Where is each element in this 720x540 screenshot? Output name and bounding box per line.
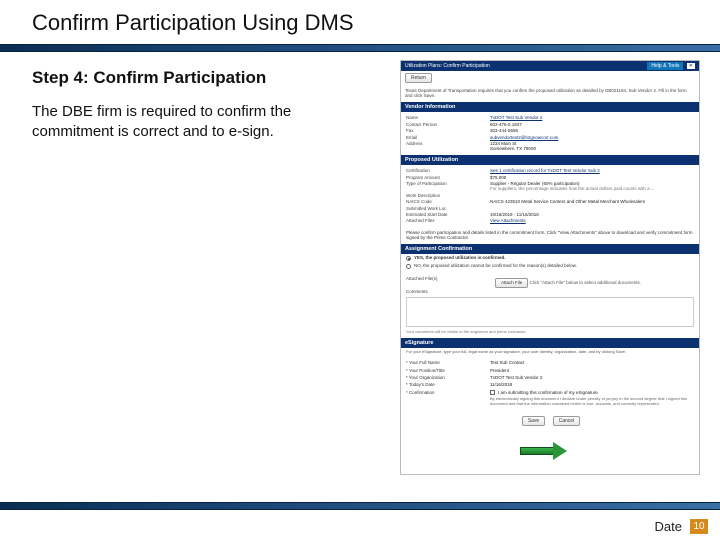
confirmation-checkbox[interactable]: [490, 390, 495, 395]
cert-link[interactable]: See 1 certification record for TxDOT Tes…: [490, 168, 694, 173]
label-comments: Comments: [406, 289, 486, 294]
label-work-desc: Work Description: [406, 193, 486, 198]
radio-no-label: NO, the proposed utilization cannot be c…: [414, 263, 577, 268]
slide-title: Confirm Participation Using DMS: [32, 10, 354, 36]
est-date: 10/16/2018 - 11/16/2018: [490, 212, 694, 217]
label-participation-type: Type of Participation: [406, 181, 486, 192]
vendor-address: 1234 Main St Somewhere, TX 79000: [490, 141, 694, 152]
label-attached-files: Attached File(s): [406, 276, 486, 287]
vendor-fax: 303-444-5555: [490, 128, 694, 133]
assignment-conf-header: Assignment Confirmation: [401, 244, 699, 255]
program-amount: $75,000: [490, 175, 694, 180]
label-date: * Today's Date: [406, 382, 486, 387]
attach-note: Click "Attach File" below to select addi…: [530, 280, 642, 285]
confirm-note: Please confirm participation and details…: [401, 227, 699, 244]
label-files: Attached Files: [406, 218, 486, 223]
step-description: The DBE firm is required to confirm the …: [32, 102, 332, 143]
ss-title: Utilization Plans: Confirm Participation: [405, 63, 490, 69]
participation-type: Supplier - Regular Dealer (60% participa…: [490, 181, 694, 192]
step-heading: Step 4: Confirm Participation: [32, 68, 400, 88]
work-loc: [490, 206, 694, 211]
label-confirmation: * Confirmation: [406, 390, 486, 395]
label-fax: Fax: [406, 128, 486, 133]
comments-textarea[interactable]: [406, 297, 694, 327]
label-contact: Contact Person: [406, 122, 486, 127]
radio-yes[interactable]: [406, 256, 411, 261]
label-org: * Your Organization: [406, 375, 486, 380]
radio-no[interactable]: [406, 264, 411, 269]
label-email: Email: [406, 135, 486, 140]
confirmation-text: I am submitting this confirmation of my …: [498, 390, 599, 395]
esig-org: TxDOT Test Sub Vendor 2: [490, 375, 694, 380]
esig-title: President: [490, 368, 694, 373]
label-address: Address: [406, 141, 486, 152]
esig-date: 11/16/2018: [490, 382, 694, 387]
esig-instr: For your eSignature, type your full, leg…: [401, 348, 699, 357]
comments-note: Your comments will be visible to the eng…: [401, 330, 699, 338]
naics-code: NAICS 423510 Metal Service Centers and O…: [490, 199, 694, 204]
title-underline: [0, 44, 720, 52]
vendor-info-header: Vendor Information: [401, 102, 699, 113]
label-name: Name: [406, 115, 486, 120]
bottom-bar: [0, 502, 720, 510]
help-button[interactable]: Help & Tools: [647, 62, 683, 70]
ss-instructions: Texas Department of Transportation requi…: [401, 85, 699, 102]
label-work-loc: Submitted Work Loc: [406, 206, 486, 211]
esig-name: Test Sub Contact: [490, 360, 694, 365]
radio-yes-label: YES, the proposed utilization is confirm…: [414, 255, 506, 260]
cancel-button[interactable]: Cancel: [553, 416, 581, 426]
label-fullname: * Your Full Name: [406, 360, 486, 365]
attach-file-button[interactable]: Attach File: [495, 278, 528, 287]
cb-disclaimer: By electronically signing this document …: [490, 397, 694, 407]
vendor-name[interactable]: TxDOT Test Sub Vendor 2: [490, 115, 694, 120]
vendor-email[interactable]: subvendortest2@b2gnowcorr.com: [490, 135, 694, 140]
return-button[interactable]: Return: [405, 73, 432, 83]
page-number: 10: [690, 519, 708, 534]
proposed-util-header: Proposed Utilization: [401, 155, 699, 166]
view-attachments-link[interactable]: View Attachments: [490, 218, 694, 223]
footer-date: Date: [655, 519, 682, 534]
vendor-contact: 602-476-0.1847: [490, 122, 694, 127]
label-cert: Certification: [406, 168, 486, 173]
work-desc: [490, 193, 694, 198]
label-title: * Your Position/Title: [406, 368, 486, 373]
label-program-amount: Program Amount: [406, 175, 486, 180]
label-est-date: Estimated Start Date: [406, 212, 486, 217]
label-naics: NAICS Code: [406, 199, 486, 204]
esignature-header: eSignature: [401, 338, 699, 349]
save-button[interactable]: Save: [522, 416, 545, 426]
embedded-screenshot: Utilization Plans: Confirm Participation…: [400, 60, 700, 475]
close-icon[interactable]: ✕: [687, 63, 695, 69]
callout-arrow-icon: [520, 442, 570, 460]
